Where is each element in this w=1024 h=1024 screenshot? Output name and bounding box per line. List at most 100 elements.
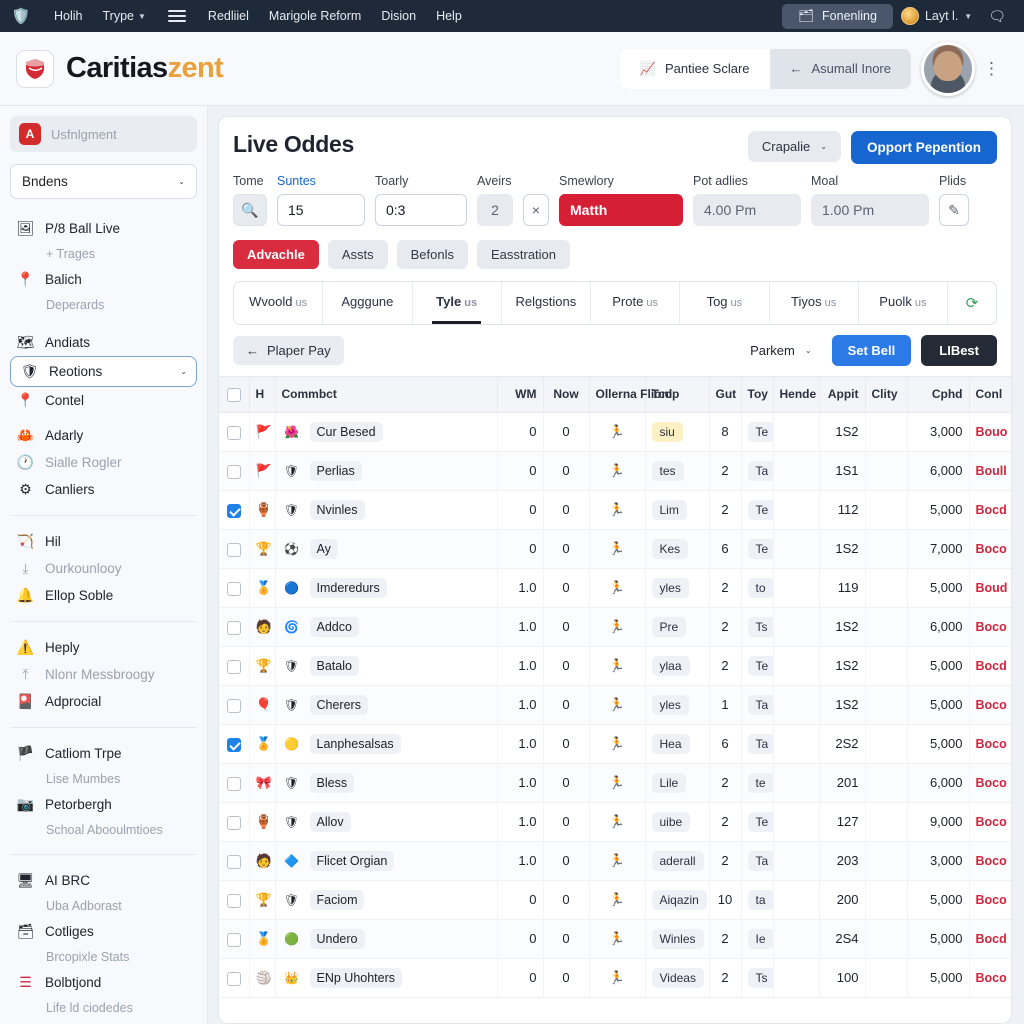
- row-name-cell[interactable]: 🔵 Imderedurs: [275, 568, 498, 608]
- row-checkbox[interactable]: [226, 932, 241, 947]
- moal-input[interactable]: 1.00 Pm: [811, 194, 929, 226]
- sidebar-item-p8-ball-live[interactable]: 🖼 P/8 Ball Live: [10, 215, 197, 242]
- row-select-cell[interactable]: [219, 490, 250, 530]
- tab-tyle[interactable]: Tyle us: [413, 282, 502, 324]
- row-select-cell[interactable]: [219, 529, 250, 569]
- tab-wvoold[interactable]: Wvoold us: [234, 282, 324, 324]
- pill-easstration[interactable]: Easstration: [476, 240, 571, 269]
- row-select-cell[interactable]: [219, 802, 250, 842]
- topnav-item-1[interactable]: Trype ▼: [93, 5, 156, 27]
- row-name-cell[interactable]: 🟢 Undero: [275, 919, 498, 959]
- sidebar-item-shamal-ushiigh[interactable]: ➡Shamal Ushiigh: [10, 1020, 197, 1024]
- select-all-checkbox[interactable]: [226, 387, 241, 402]
- suntes-input[interactable]: 15: [277, 194, 365, 226]
- row-name-cell[interactable]: 🛡 Cherers: [275, 685, 498, 725]
- select-all-header[interactable]: [219, 376, 250, 413]
- row-select-cell[interactable]: [219, 451, 250, 491]
- row-name-cell[interactable]: 🛡 Allov: [275, 802, 498, 842]
- col-cphd[interactable]: Cphd: [907, 376, 970, 413]
- row-select-cell[interactable]: [219, 412, 250, 452]
- table-row[interactable]: 🏅 🟢 Undero 0 0 🏃 Winles 2 Ie 2S4 5,000 Bocd: [219, 919, 1011, 959]
- more-options-icon[interactable]: ⋮: [975, 60, 1008, 77]
- topnav-link-1[interactable]: Marigole Reform: [259, 5, 371, 27]
- col-conl[interactable]: Conl: [969, 376, 1011, 413]
- row-checkbox[interactable]: [226, 659, 241, 674]
- row-select-cell[interactable]: [219, 958, 250, 998]
- topnav-link-3[interactable]: Help: [426, 5, 472, 27]
- crapalie-select[interactable]: Crapalie ⌄: [747, 131, 841, 162]
- row-checkbox[interactable]: [226, 698, 241, 713]
- row-name-cell[interactable]: 🟡 Lanphesalsas: [275, 724, 498, 764]
- header-tab-1[interactable]: ← Asumall Inore: [770, 49, 911, 88]
- row-name-cell[interactable]: 🔷 Flicet Orgian: [275, 841, 498, 881]
- table-row[interactable]: 🏆 🛡 Faciom 0 0 🏃 Aiqazin 10 ta 200 5,000 Boco: [219, 880, 1011, 920]
- col-hende[interactable]: Hende: [773, 376, 820, 413]
- pill-befonls[interactable]: Befonls: [396, 240, 468, 269]
- row-name-cell[interactable]: ⚽ Ay: [275, 529, 498, 569]
- table-row[interactable]: 🏺 🛡 Nvinles 0 0 🏃 Lim 2 Te 112 5,000 Bocd: [219, 490, 1011, 530]
- table-row[interactable]: 🏐 👑 ENp Uhohters 0 0 🏃 Videas 2 Ts 100 5,000 Boco: [219, 958, 1011, 998]
- sidebar-item-heply[interactable]: ⚠️ Heply: [10, 634, 197, 661]
- sidebar-item-hil[interactable]: 🏹 Hil: [10, 528, 197, 555]
- row-select-cell[interactable]: [219, 763, 250, 803]
- sidebar-item-life-ld-ciodedes[interactable]: Life ld ciodedes: [10, 996, 197, 1020]
- row-name-cell[interactable]: 🌀 Addco: [275, 607, 498, 647]
- tab-relgstions[interactable]: Relgstions: [502, 282, 591, 324]
- plaper-pay-back-button[interactable]: ← Plaper Pay: [233, 336, 344, 365]
- row-name-cell[interactable]: 🛡 Nvinles: [275, 490, 498, 530]
- sidebar-item-nlonr-messbroogy[interactable]: ⤒ Nlonr Messbroogy: [10, 661, 197, 688]
- row-select-cell[interactable]: [219, 880, 250, 920]
- sidebar-item-lise-mumbes[interactable]: Lise Mumbes: [10, 767, 197, 791]
- sidebar-item-ai-brc[interactable]: 🖥 AI BRC: [10, 867, 197, 894]
- table-row[interactable]: 🧑 🌀 Addco 1.0 0 🏃 Pre 2 Ts 1S2 6,000 Boco: [219, 607, 1011, 647]
- table-row[interactable]: 🏅 🔵 Imderedurs 1.0 0 🏃 yles 2 to 119 5,000 Boud: [219, 568, 1011, 608]
- row-checkbox[interactable]: [226, 854, 241, 869]
- sidebar-item-uba-adborast[interactable]: Uba Adborast: [10, 894, 197, 918]
- row-select-cell[interactable]: [219, 568, 250, 608]
- col-commbct[interactable]: Commbct: [275, 376, 498, 413]
- parkem-select[interactable]: Parkem ⌄: [740, 336, 822, 365]
- row-name-cell[interactable]: 🌺 Cur Besed: [275, 412, 498, 452]
- row-name-cell[interactable]: 🛡 Bless: [275, 763, 498, 803]
- row-name-cell[interactable]: 🛡 Batalo: [275, 646, 498, 686]
- row-checkbox[interactable]: [226, 464, 241, 479]
- topnav-link-2[interactable]: Dision: [371, 5, 426, 27]
- sidebar-item-trages[interactable]: + Trages: [10, 242, 197, 266]
- tab-puolk[interactable]: Puolk us: [859, 282, 948, 324]
- sidebar-item-adprocial[interactable]: 🎴 Adprocial: [10, 688, 197, 715]
- row-select-cell[interactable]: [219, 607, 250, 647]
- col-h[interactable]: H: [249, 376, 276, 413]
- toarly-input[interactable]: 0:3: [375, 194, 467, 226]
- row-checkbox[interactable]: [226, 425, 241, 440]
- sidebar-item-balich[interactable]: 📍 Balich: [10, 266, 197, 293]
- col-ollerna-flionl[interactable]: Ollerna Flionl: [589, 376, 672, 413]
- sidebar-item-petorbergh[interactable]: 📷 Petorbergh: [10, 791, 197, 818]
- sidebar-item-ourkounlooy[interactable]: ⤓ Ourkounlooy: [10, 555, 197, 582]
- aveirs-input[interactable]: 2: [477, 194, 513, 226]
- table-row[interactable]: 🎈 🛡 Cherers 1.0 0 🏃 yles 1 Ta 1S2 5,000 Boco: [219, 685, 1011, 725]
- sidebar-item-andiats[interactable]: 🗺 Andiats: [10, 329, 197, 356]
- pot-adlies-input[interactable]: 4.00 Pm: [693, 194, 801, 226]
- col-appit[interactable]: Appit: [819, 376, 866, 413]
- pill-assts[interactable]: Assts: [327, 240, 388, 269]
- row-select-cell[interactable]: [219, 646, 250, 686]
- col-tcop[interactable]: Tcop: [645, 376, 710, 413]
- tab-prote[interactable]: Prote us: [591, 282, 681, 324]
- sidebar-item-sialle-rogler[interactable]: 🕐 Sialle Rogler: [10, 449, 197, 476]
- close-icon[interactable]: ×: [523, 194, 549, 226]
- table-row[interactable]: 🚩 🌺 Cur Besed 0 0 🏃 siu 8 Te 1S2 3,000 Bouo: [219, 412, 1011, 452]
- row-checkbox[interactable]: [226, 971, 241, 986]
- sidebar-item-canliers[interactable]: ⚙ Canliers: [10, 476, 197, 503]
- sidebar-item-reotions[interactable]: 🛡 Reotions ⌄: [10, 356, 197, 387]
- smewlory-value[interactable]: Matth: [559, 194, 683, 226]
- row-name-cell[interactable]: 🛡 Faciom: [275, 880, 498, 920]
- row-checkbox[interactable]: [226, 620, 241, 635]
- topnav-action-pill[interactable]: 🗂 Fonenling: [782, 3, 893, 29]
- libest-button[interactable]: LIBest: [921, 335, 997, 366]
- sidebar-item-brcopixle-stats[interactable]: Brcopixle Stats: [10, 945, 197, 969]
- table-row[interactable]: 🧑 🔷 Flicet Orgian 1.0 0 🏃 aderall 2 Ta 203 3,000 Bo…: [219, 841, 1011, 881]
- row-select-cell[interactable]: [219, 724, 250, 764]
- row-checkbox[interactable]: [226, 503, 241, 518]
- sidebar-item-schoal-abooulmtioes[interactable]: Schoal Abooulmtioes: [10, 818, 197, 842]
- sidebar-item-contel[interactable]: 📍 Contel: [10, 387, 197, 414]
